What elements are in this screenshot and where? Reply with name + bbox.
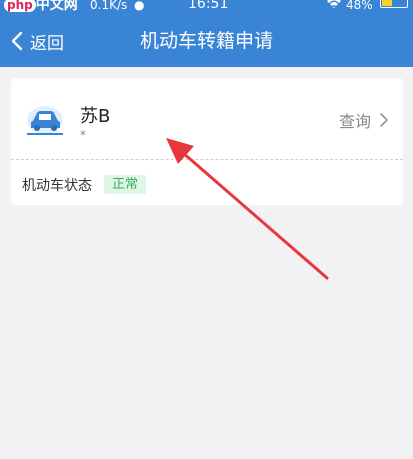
car-icon [27,106,63,135]
network-speed: 0.1K/s [90,0,128,12]
query-button[interactable]: 查询 [339,108,389,132]
dashed-divider [11,159,403,160]
watermark-php: php [4,0,36,12]
chevron-right-icon [380,113,388,127]
page-title: 机动车转籍申请 [139,30,273,52]
plate-number: 苏B [80,106,111,127]
chat-icon: ● [134,0,145,12]
plate-subtext: * [80,128,86,142]
watermark-logo: php 中文网 [4,0,78,12]
navigation-bar: 返回 机动车转籍申请 [0,14,413,67]
watermark-cn: 中文网 [35,0,78,13]
query-label: 查询 [338,112,371,131]
status-bar: php 中文网 0.1K/s ● 16:51 48% [0,0,413,14]
annotation-arrow [166,138,329,280]
battery-icon [380,0,408,8]
wifi-icon [326,0,342,12]
clock: 16:51 [188,0,229,12]
vehicle-status-badge: 正常 [104,175,147,194]
vehicle-status-label: 机动车状态 [22,178,92,194]
battery-percentage: 48% [346,0,373,12]
vehicle-card[interactable]: 苏B * 查询 机动车状态 正常 [11,78,403,205]
